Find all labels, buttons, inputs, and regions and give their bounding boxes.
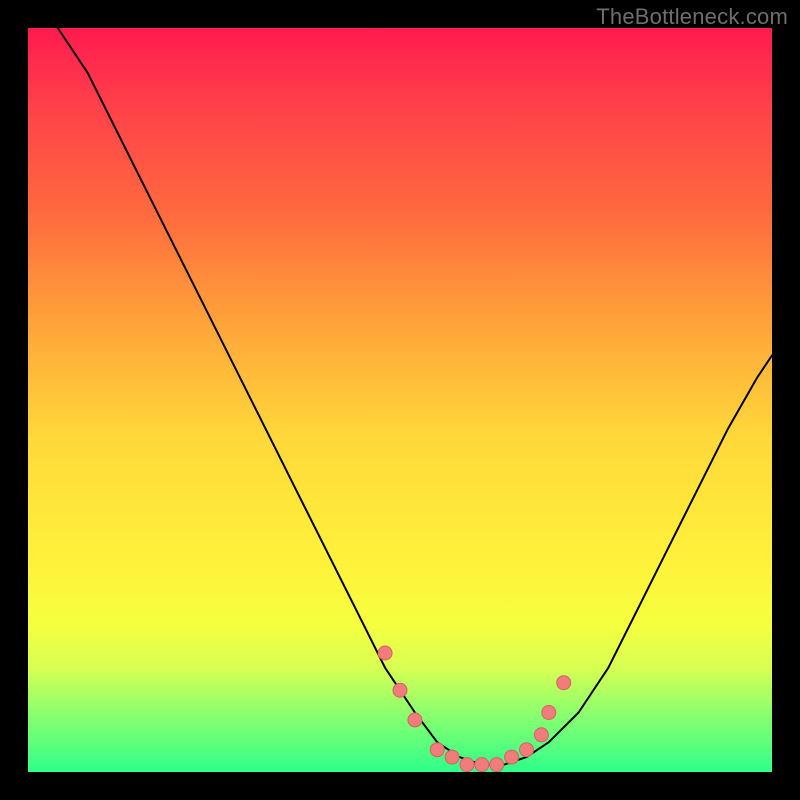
chart-frame: TheBottleneck.com — [0, 0, 800, 800]
marker-dot — [475, 758, 489, 772]
marker-dot — [460, 758, 474, 772]
marker-dot — [393, 683, 407, 697]
marker-dot — [378, 646, 392, 660]
marker-dot — [408, 713, 422, 727]
marker-dot — [534, 728, 548, 742]
chart-svg — [28, 28, 772, 772]
marker-dot — [445, 750, 459, 764]
marker-dot — [520, 743, 534, 757]
marker-dot — [490, 758, 504, 772]
marker-dot — [430, 743, 444, 757]
plot-area — [28, 28, 772, 772]
marker-group — [378, 646, 571, 772]
watermark-text: TheBottleneck.com — [596, 4, 788, 30]
marker-dot — [542, 706, 556, 720]
marker-dot — [557, 676, 571, 690]
marker-dot — [505, 750, 519, 764]
bottleneck-curve — [58, 28, 772, 765]
